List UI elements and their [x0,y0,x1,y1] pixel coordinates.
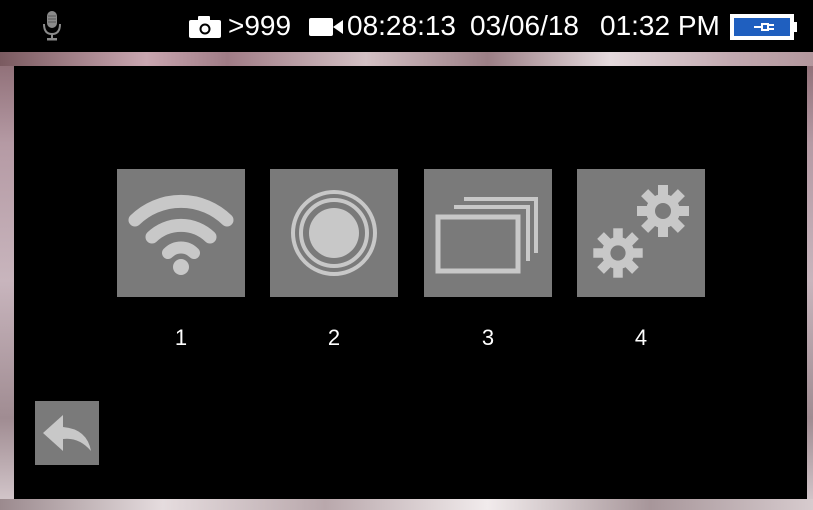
status-bar: >999 08:28:13 03/06/18 01:32 PM [0,0,813,52]
gallery-icon [435,197,538,274]
microphone-icon [43,11,61,41]
camera-icon [189,16,221,38]
settings-menu-button[interactable] [577,169,705,297]
menu-label-1: 1 [174,325,188,350]
menu-label-2: 2 [327,325,341,350]
frame-top-edge [0,52,813,66]
record-menu-button[interactable] [270,169,398,297]
back-button[interactable] [35,401,99,465]
video-time: 08:28:13 [347,10,456,41]
wifi-menu-button[interactable] [117,169,245,297]
videocam-icon [309,18,343,36]
battery-charging-icon [730,14,797,40]
back-arrow-icon [43,415,91,451]
frame-bottom-edge [0,499,813,510]
clock: 01:32 PM [600,10,720,41]
wifi-icon [128,194,234,275]
menu-label-4: 4 [634,325,648,350]
screen: >999 08:28:13 03/06/18 01:32 PM 1 2 3 4 [0,0,813,510]
menu-panel: 1 2 3 4 [14,66,807,499]
settings-gears-icon [593,185,689,278]
menu-label-3: 3 [481,325,495,350]
gallery-menu-button[interactable] [424,169,552,297]
photo-count: >999 [228,10,292,41]
date: 03/06/18 [470,10,579,41]
record-icon [291,190,377,276]
